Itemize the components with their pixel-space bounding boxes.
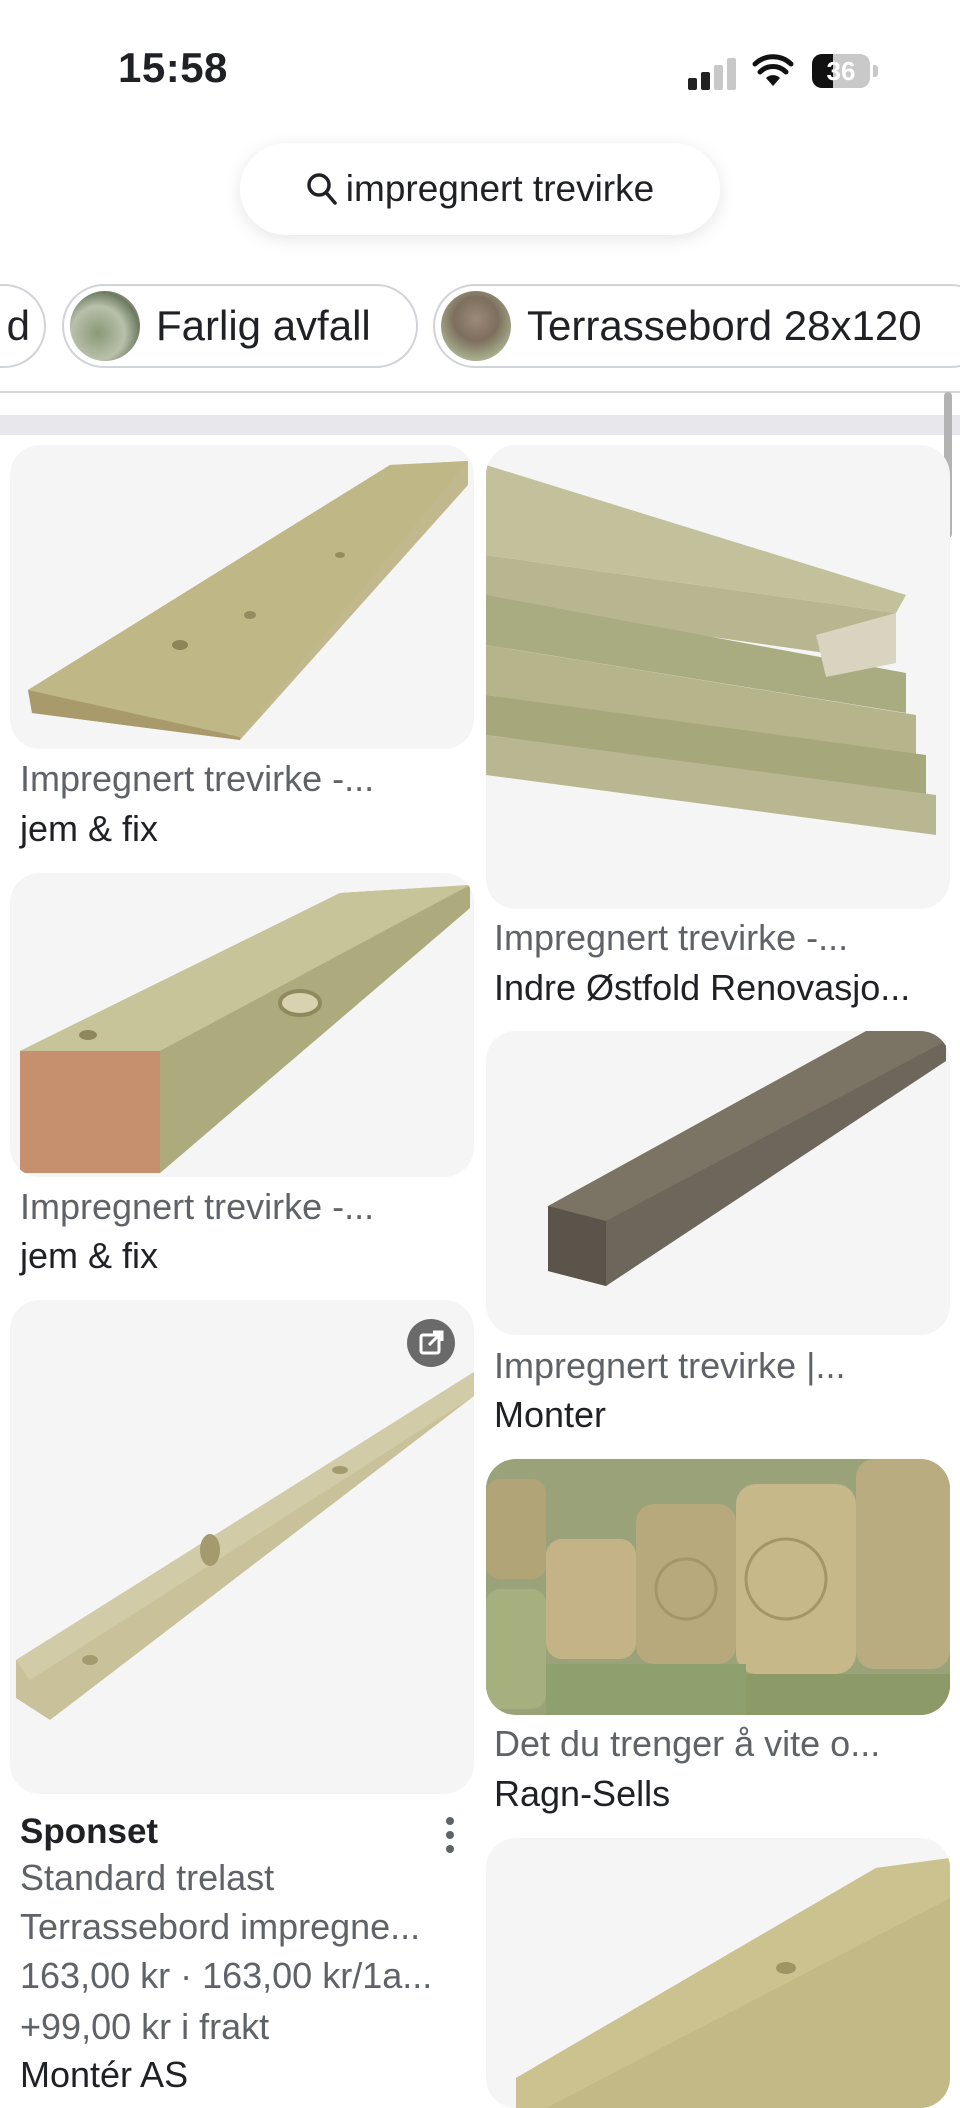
chip-thumbnail [70, 291, 140, 361]
sponsored-label: Sponset [20, 1812, 159, 1851]
result-title[interactable]: Impregnert trevirke -... [20, 758, 374, 800]
result-image-sponsored[interactable] [10, 1300, 474, 1794]
chip-thumbnail [441, 291, 511, 361]
battery-icon: 36 [812, 54, 878, 88]
related-searches-chips: d Farlig avfall Terrassebord 28x120 [0, 284, 960, 372]
section-separator [0, 415, 960, 435]
result-image[interactable] [486, 1459, 950, 1715]
result-title[interactable]: Impregnert trevirke -... [494, 917, 848, 959]
chip-label: Farlig avfall [156, 302, 371, 349]
result-source: Monter [494, 1394, 607, 1435]
sponsored-line1[interactable]: Standard trelast [20, 1857, 274, 1899]
sponsored-shipping: +99,00 kr i frakt [20, 2006, 270, 2047]
search-icon [307, 173, 337, 205]
result-image[interactable] [486, 1838, 950, 2108]
status-time: 15:58 [118, 44, 228, 91]
result-title[interactable]: Det du trenger å vite o... [494, 1723, 880, 1765]
result-source: Indre Østfold Renovasjo... [494, 967, 911, 1008]
sponsored-seller: Montér AS [20, 2054, 189, 2095]
open-external-icon[interactable] [407, 1319, 455, 1367]
chip-farlig-avfall[interactable]: Farlig avfall [62, 284, 418, 368]
sponsored-price: 163,00 kr · 163,00 kr/1a... [20, 1955, 433, 1996]
result-source: Ragn-Sells [494, 1773, 671, 1814]
chip-terrassebord[interactable]: Terrassebord 28x120 [433, 284, 960, 368]
sponsored-line2[interactable]: Terrassebord impregne... [20, 1906, 420, 1948]
battery-level: 36 [826, 56, 856, 86]
result-source: jem & fix [20, 1235, 159, 1276]
result-source: jem & fix [20, 808, 159, 849]
chip-label: Terrassebord 28x120 [527, 302, 922, 349]
result-title[interactable]: Impregnert trevirke -... [20, 1186, 374, 1228]
chip-label: d [6, 302, 30, 349]
result-image[interactable] [10, 873, 474, 1177]
result-image[interactable] [486, 1031, 950, 1335]
more-vert-icon[interactable] [440, 1815, 460, 1855]
chips-divider [0, 391, 960, 393]
search-query: impregnert trevirke [345, 168, 655, 209]
result-image[interactable] [10, 445, 474, 749]
cellular-signal-icon [688, 56, 736, 90]
result-image[interactable] [486, 445, 950, 909]
wifi-icon [752, 54, 794, 86]
result-title[interactable]: Impregnert trevirke |... [494, 1345, 845, 1387]
chip-partial[interactable]: d [0, 284, 46, 368]
search-bar[interactable]: impregnert trevirke [240, 143, 720, 235]
